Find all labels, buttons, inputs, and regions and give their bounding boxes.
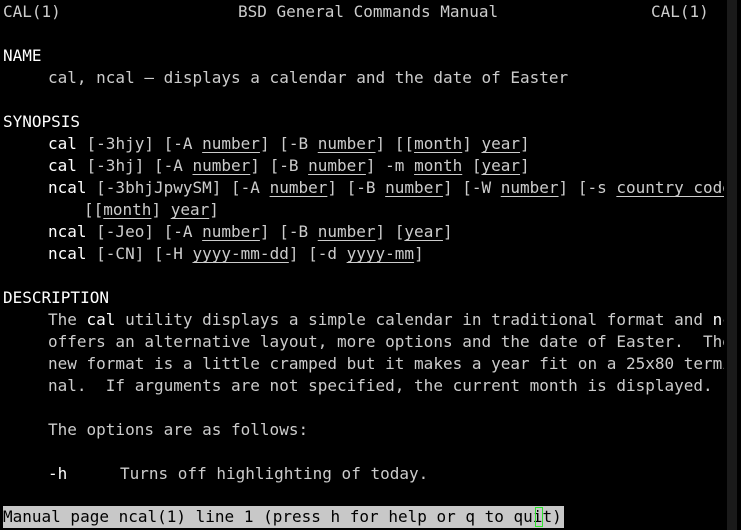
- synopsis-line: ncal [-3bhjJpwySM] [-A number] [-B numbe…: [48, 178, 741, 197]
- section-heading-description: DESCRIPTION: [3, 288, 109, 307]
- synopsis-line: cal [-3hj] [-A number] [-B number] -m mo…: [48, 156, 530, 175]
- pager-status-bar: Manual page ncal(1) line 1 (press h for …: [3, 506, 564, 528]
- header-right: CAL(1): [651, 2, 709, 21]
- options-intro: The options are as follows:: [48, 420, 309, 439]
- terminal-window[interactable]: CAL(1) BSD General Commands Manual CAL(1…: [0, 0, 741, 530]
- name-description: cal, ncal – displays a calendar and the …: [48, 68, 569, 87]
- section-heading-synopsis: SYNOPSIS: [3, 112, 81, 131]
- option-flag: -h: [48, 464, 68, 483]
- header-left: CAL(1): [3, 2, 61, 21]
- option-description: Turns off highlighting of today.: [120, 464, 429, 483]
- synopsis-line-continued: [[month] year]: [84, 200, 219, 219]
- header-center: BSD General Commands Manual: [238, 2, 499, 21]
- synopsis-line: ncal [-Jeo] [-A number] [-B number] [yea…: [48, 222, 453, 241]
- description-line: new format is a little cramped but it ma…: [48, 354, 741, 373]
- section-heading-name: NAME: [3, 46, 42, 65]
- scrollbar-thumb[interactable]: [727, 0, 737, 530]
- description-line: nal. If arguments are not specified, the…: [48, 376, 713, 395]
- description-line: The cal utility displays a simple calend…: [48, 310, 741, 329]
- description-line: offers an alternative layout, more optio…: [48, 332, 732, 351]
- synopsis-line: ncal [-CN] [-H yyyy-mm-dd] [-d yyyy-mm]: [48, 244, 424, 263]
- synopsis-line: cal [-3hjy] [-A number] [-B number] [[mo…: [48, 134, 530, 153]
- text-cursor: [535, 507, 543, 527]
